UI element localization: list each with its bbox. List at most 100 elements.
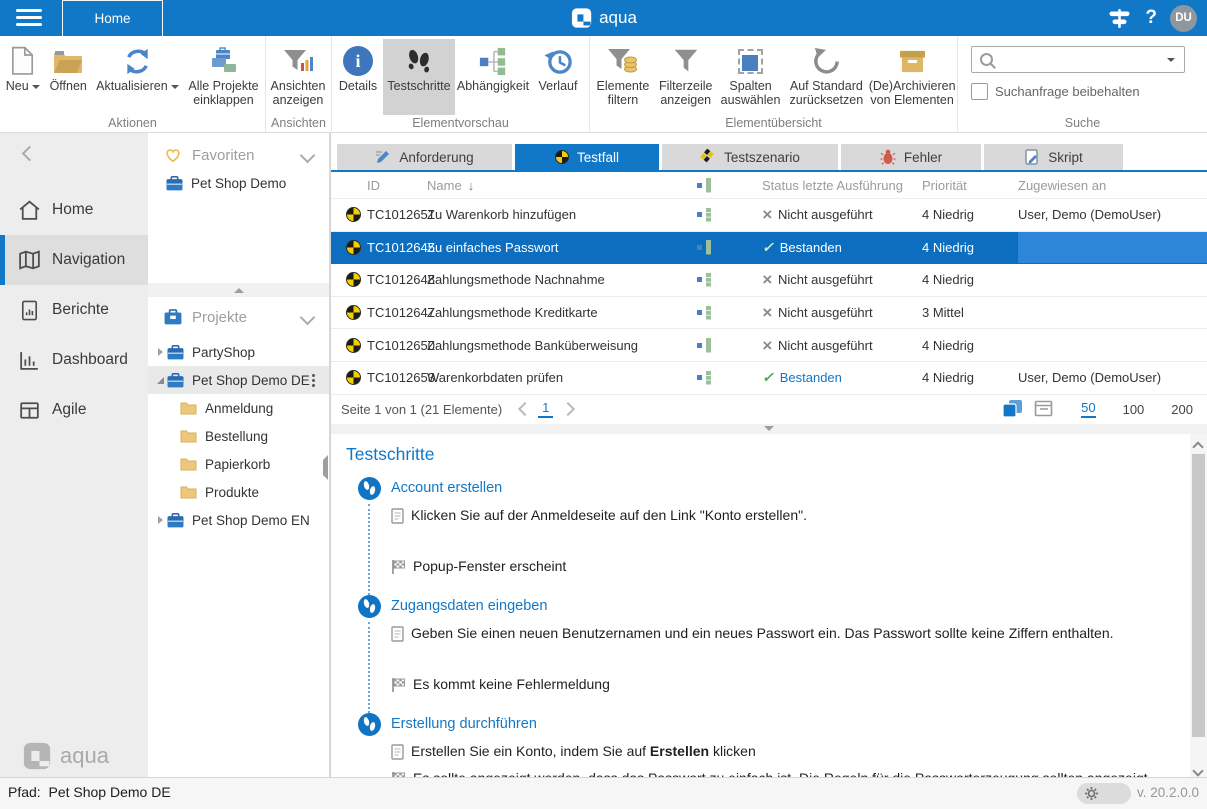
tab-anforderung[interactable]: Anforderung — [337, 144, 512, 170]
sidebar-item-berichte[interactable]: Berichte — [0, 285, 148, 335]
show-views-button[interactable]: Ansichten anzeigen — [267, 39, 329, 115]
open-button[interactable]: Öffnen — [45, 39, 92, 115]
page-number[interactable]: 1 — [538, 400, 553, 418]
new-button[interactable]: Neu — [1, 39, 45, 115]
tree-item-pet-shop-demo-en[interactable]: Pet Shop Demo EN — [148, 506, 329, 534]
item-type-tabs: Anforderung Testfall Testszenario Fehler — [337, 144, 1207, 170]
path-label: Pfad: — [8, 784, 41, 800]
dropdown-caret-icon — [171, 85, 179, 89]
column-header-status[interactable]: Status letzte Ausführung — [762, 178, 922, 193]
prev-page-icon[interactable] — [518, 402, 532, 416]
step-name-link[interactable]: Zugangsdaten eingeben — [391, 595, 1177, 618]
filter-items-button[interactable]: Elemente filtern — [591, 39, 655, 115]
table-row[interactable]: TC1012651 Zu Warenkorb hinzufügen Nicht … — [331, 199, 1207, 232]
refresh-button[interactable]: Aktualisieren — [92, 39, 183, 115]
home-tab-label: Home — [94, 11, 130, 26]
projects-header[interactable]: Projekte — [148, 305, 329, 329]
table-row-selected[interactable]: TC1012645 Zu einfaches Passwort Bestande… — [331, 232, 1207, 265]
horizontal-splitter[interactable] — [331, 424, 1207, 434]
column-header-hierarchy[interactable] — [695, 178, 762, 192]
tab-fehler[interactable]: Fehler — [841, 144, 981, 170]
column-header-priority[interactable]: Priorität — [922, 178, 1018, 193]
tree-splitter-handle[interactable] — [323, 460, 328, 475]
page-size-200[interactable]: 200 — [1171, 402, 1193, 417]
page-size-100[interactable]: 100 — [1123, 402, 1145, 417]
history-button[interactable]: Verlauf — [531, 39, 585, 115]
table-row[interactable]: TC1012653 Warenkorbdaten prüfen Bestande… — [331, 362, 1207, 395]
ribbon-tab-home[interactable]: Home — [62, 0, 163, 36]
dependency-button[interactable]: Abhängigkeit — [455, 39, 531, 115]
group-label: Ansichten — [266, 116, 331, 130]
favorites-header[interactable]: Favoriten — [148, 143, 329, 167]
dropdown-caret-icon — [32, 85, 40, 89]
expander-collapsed-icon[interactable] — [153, 348, 167, 356]
tree-item-pet-shop-demo-de[interactable]: Pet Shop Demo DE — [148, 366, 329, 394]
step-expected-result: Popup-Fenster erscheint — [413, 558, 566, 574]
sidebar-collapse-icon[interactable] — [24, 147, 35, 162]
tree-item-anmeldung[interactable]: Anmeldung — [148, 394, 329, 422]
scroll-up-icon[interactable] — [1192, 441, 1203, 452]
vertical-scrollbar[interactable] — [1190, 434, 1207, 783]
ribbon-group-suche: Suchanfrage beibehalten Suche — [958, 36, 1207, 132]
signpost-icon[interactable] — [1107, 8, 1132, 29]
tab-testszenario[interactable]: Testszenario — [662, 144, 838, 170]
hamburger-menu-icon[interactable] — [16, 9, 42, 27]
ribbon-toolbar: Neu Öffnen Aktualisieren Alle Projekte e… — [0, 36, 1207, 133]
details-button[interactable]: i Details — [333, 39, 383, 115]
tab-testfall[interactable]: Testfall — [515, 144, 659, 170]
reset-to-default-button[interactable]: Auf Standard zurücksetzen — [784, 39, 868, 115]
pagination-bar: Seite 1 von 1 (21 Elemente) 1 50 100 200 — [331, 395, 1207, 424]
column-header-id[interactable]: ID — [367, 178, 427, 193]
expander-collapsed-icon[interactable] — [153, 516, 167, 524]
sidebar-item-dashboard[interactable]: Dashboard — [0, 335, 148, 385]
favorite-item-pet-shop-demo[interactable]: Pet Shop Demo — [148, 169, 329, 197]
table-row[interactable]: TC1012648 Zahlungsmethode Nachnahme Nich… — [331, 264, 1207, 297]
avatar[interactable]: DU — [1170, 5, 1197, 32]
column-header-name[interactable]: Name — [427, 178, 695, 193]
tree-item-partyshop[interactable]: PartyShop — [148, 338, 329, 366]
requirement-icon — [375, 149, 391, 165]
step-description: Erstellen Sie ein Konto, indem Sie auf E… — [411, 743, 756, 759]
step-name-link[interactable]: Account erstellen — [391, 477, 1177, 500]
column-header-assigned[interactable]: Zugewiesen an — [1018, 172, 1207, 198]
status-not-run-icon — [762, 304, 772, 321]
hierarchy-icon — [697, 338, 712, 352]
app-logo: aqua — [570, 0, 637, 36]
select-columns-button[interactable]: Spalten auswählen — [717, 39, 785, 115]
table-row[interactable]: TC1012647 Zahlungsmethode Kreditkarte Ni… — [331, 297, 1207, 330]
settings-button[interactable] — [1077, 783, 1131, 804]
archive-view-icon[interactable] — [1034, 400, 1054, 418]
scroll-down-icon[interactable] — [1192, 765, 1203, 776]
tree-item-produkte[interactable]: Produkte — [148, 478, 329, 506]
sidebar-item-navigation[interactable]: Navigation — [0, 235, 148, 285]
page-size-50[interactable]: 50 — [1081, 400, 1095, 418]
show-filter-row-button[interactable]: Filterzeile anzeigen — [655, 39, 717, 115]
search-input[interactable] — [999, 51, 1167, 68]
panel-splitter[interactable] — [148, 283, 329, 297]
scrollbar-thumb[interactable] — [1192, 454, 1205, 737]
search-dropdown-caret-icon[interactable] — [1167, 58, 1175, 62]
table-header: ID Name Status letzte Ausführung Priorit… — [331, 172, 1207, 199]
splitter-up-icon — [234, 288, 244, 293]
sidebar-item-home[interactable]: Home — [0, 185, 148, 235]
context-menu-icon[interactable] — [312, 374, 315, 377]
expander-expanded-icon[interactable] — [153, 377, 167, 384]
table-row[interactable]: TC1012650 Zahlungsmethode Banküberweisun… — [331, 329, 1207, 362]
help-icon[interactable]: ? — [1145, 7, 1157, 29]
keep-search-checkbox[interactable] — [971, 83, 988, 100]
next-page-icon[interactable] — [561, 402, 575, 416]
collapse-all-projects-button[interactable]: Alle Projekte einklappen — [183, 39, 264, 115]
hierarchy-icon — [697, 371, 712, 385]
testcase-icon — [346, 240, 361, 255]
tree-item-bestellung[interactable]: Bestellung — [148, 422, 329, 450]
sidebar-item-agile[interactable]: Agile — [0, 385, 148, 435]
archive-items-button[interactable]: (De)Archivieren von Elementen — [868, 39, 956, 115]
tab-skript[interactable]: Skript — [984, 144, 1123, 170]
test-steps-button[interactable]: Testschritte — [383, 39, 455, 115]
testcase-icon — [346, 305, 361, 320]
defect-icon — [880, 149, 896, 165]
hierarchy-icon — [697, 208, 712, 222]
copy-pages-icon[interactable] — [1002, 399, 1024, 419]
step-name-link[interactable]: Erstellung durchführen — [391, 713, 1177, 736]
tree-item-papierkorb[interactable]: Papierkorb — [148, 450, 329, 478]
